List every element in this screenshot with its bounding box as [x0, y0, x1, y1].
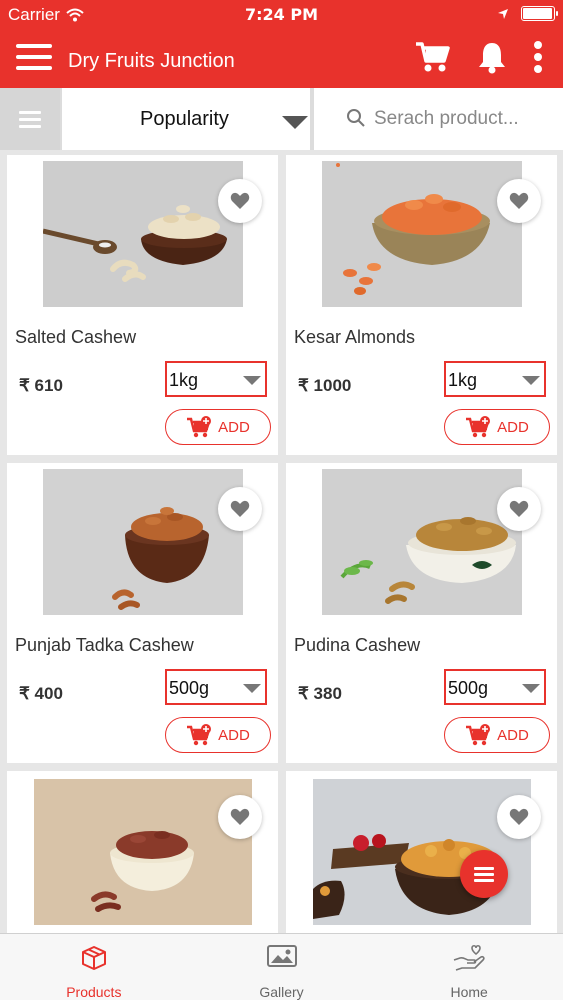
- tab-label: Home: [450, 984, 488, 1000]
- search-icon: [347, 109, 365, 127]
- search-container: [314, 88, 563, 150]
- cart-button[interactable]: [415, 40, 451, 79]
- heart-icon: [230, 192, 250, 209]
- weight-value: 500g: [169, 678, 210, 698]
- heart-icon: [230, 500, 250, 517]
- add-to-cart-button[interactable]: ADD: [444, 717, 550, 753]
- add-label: ADD: [218, 418, 250, 436]
- product-card[interactable]: [286, 771, 557, 933]
- list-icon: [19, 107, 41, 132]
- notifications-button[interactable]: [477, 40, 507, 79]
- battery-icon: [521, 6, 558, 21]
- box-icon: [81, 946, 106, 970]
- tab-gallery[interactable]: Gallery: [188, 934, 376, 1000]
- filter-toggle-button[interactable]: [0, 88, 60, 150]
- cart-plus-icon: [466, 724, 491, 746]
- heart-icon: [230, 808, 250, 825]
- product-name: Punjab Tadka Cashew: [15, 635, 194, 655]
- product-price: ₹ 380: [298, 684, 342, 703]
- weight-dropdown[interactable]: 1kg: [444, 361, 546, 397]
- product-card[interactable]: Pudina Cashew ₹ 380 500g ADD: [286, 463, 557, 763]
- chevron-down-icon: [243, 684, 261, 693]
- product-price: ₹ 610: [19, 376, 63, 395]
- add-to-cart-button[interactable]: ADD: [165, 717, 271, 753]
- cart-plus-icon: [466, 416, 491, 438]
- hand-heart-icon: [453, 944, 485, 971]
- weight-value: 500g: [448, 678, 489, 698]
- weight-value: 1kg: [448, 370, 478, 390]
- weight-dropdown[interactable]: 1kg: [165, 361, 267, 397]
- weight-dropdown[interactable]: 500g: [444, 669, 546, 705]
- tab-label: Products: [66, 984, 122, 1000]
- location-arrow-icon: [498, 8, 508, 19]
- product-name: Kesar Almonds: [294, 327, 416, 347]
- more-options-button[interactable]: [533, 40, 543, 79]
- chevron-down-icon: [522, 376, 540, 385]
- product-card[interactable]: Punjab Tadka Cashew ₹ 400 500g ADD: [7, 463, 278, 763]
- tab-label: Gallery: [259, 984, 304, 1000]
- heart-icon: [509, 808, 529, 825]
- sort-dropdown[interactable]: Popularity: [62, 88, 310, 150]
- product-card[interactable]: [7, 771, 278, 933]
- product-name: Pudina Cashew: [294, 635, 421, 655]
- cart-plus-icon: [187, 416, 212, 438]
- favorite-button[interactable]: [497, 795, 541, 839]
- chevron-down-icon: [282, 116, 308, 129]
- product-price: ₹ 400: [19, 684, 63, 703]
- favorite-button[interactable]: [218, 795, 262, 839]
- product-grid: Salted Cashew ₹ 610 1kg ADD Kesar Almond…: [0, 150, 563, 933]
- product-card[interactable]: Salted Cashew ₹ 610 1kg ADD: [7, 155, 278, 455]
- more-vertical-icon: [534, 41, 542, 73]
- heart-icon: [509, 500, 529, 517]
- status-time: 7:24 PM: [244, 5, 318, 24]
- tab-home[interactable]: Home: [375, 934, 563, 1000]
- cart-icon: [416, 42, 450, 72]
- bottom-tab-bar: Products Gallery Home: [0, 933, 563, 1000]
- favorite-button[interactable]: [497, 179, 541, 223]
- product-card[interactable]: Kesar Almonds ₹ 1000 1kg ADD: [286, 155, 557, 455]
- add-label: ADD: [497, 726, 529, 744]
- weight-value: 1kg: [169, 370, 199, 390]
- add-label: ADD: [218, 726, 250, 744]
- add-to-cart-button[interactable]: ADD: [165, 409, 271, 445]
- favorite-button[interactable]: [497, 487, 541, 531]
- cart-plus-icon: [187, 724, 212, 746]
- chevron-down-icon: [243, 376, 261, 385]
- favorite-button[interactable]: [218, 487, 262, 531]
- filter-bar: Popularity: [0, 88, 563, 150]
- product-name: Salted Cashew: [15, 327, 137, 347]
- app-title: Dry Fruits Junction: [68, 50, 235, 72]
- add-label: ADD: [497, 418, 529, 436]
- gallery-icon: [266, 945, 297, 967]
- add-to-cart-button[interactable]: ADD: [444, 409, 550, 445]
- tab-products[interactable]: Products: [0, 934, 188, 1000]
- favorite-button[interactable]: [218, 179, 262, 223]
- product-price: ₹ 1000: [298, 376, 352, 395]
- floating-menu-button[interactable]: [460, 850, 508, 898]
- bell-icon: [479, 43, 505, 74]
- sort-value: Popularity: [140, 108, 229, 130]
- app-bar: Dry Fruits Junction: [0, 30, 563, 88]
- chevron-down-icon: [522, 684, 540, 693]
- search-input[interactable]: [374, 104, 554, 134]
- hamburger-menu-button[interactable]: [16, 44, 52, 74]
- menu-icon: [474, 864, 494, 885]
- heart-icon: [509, 192, 529, 209]
- status-bar: Carrier 7:24 PM: [0, 0, 563, 30]
- weight-dropdown[interactable]: 500g: [165, 669, 267, 705]
